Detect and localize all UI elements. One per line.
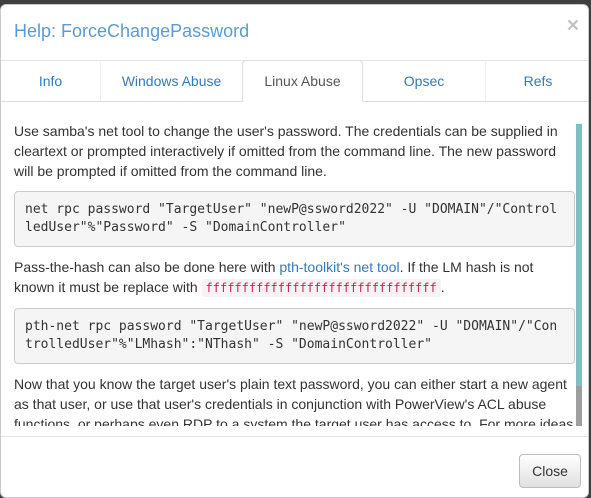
modal-header: Help: ForceChangePassword × bbox=[1, 5, 588, 61]
tab-linux-abuse[interactable]: Linux Abuse bbox=[242, 60, 363, 102]
tab-bar: Info Windows Abuse Linux Abuse Opsec Ref… bbox=[1, 60, 588, 102]
pth-toolkit-link[interactable]: pth-toolkit's net tool bbox=[279, 259, 399, 275]
next-steps-paragraph: Now that you know the target user's plai… bbox=[14, 376, 574, 426]
net-rpc-code-block: net rpc password "TargetUser" "newP@sswo… bbox=[14, 191, 575, 247]
tab-refs[interactable]: Refs bbox=[486, 60, 588, 101]
close-icon[interactable]: × bbox=[567, 15, 579, 36]
modal-footer: Close bbox=[1, 436, 588, 497]
tab-opsec[interactable]: Opsec bbox=[363, 60, 486, 101]
tab-windows-abuse[interactable]: Windows Abuse bbox=[101, 60, 243, 101]
help-modal: Help: ForceChangePassword × Info Windows… bbox=[0, 4, 589, 498]
scrollbar-thumb[interactable] bbox=[576, 124, 582, 386]
pth-net-code-block: pth-net rpc password "TargetUser" "newP@… bbox=[14, 308, 575, 364]
modal-body[interactable]: Use samba's net tool to change the user'… bbox=[1, 102, 588, 426]
pth-paragraph: Pass-the-hash can also be done here with… bbox=[14, 257, 575, 298]
linux-abuse-content: Use samba's net tool to change the user'… bbox=[14, 121, 575, 426]
pth-text-before: Pass-the-hash can also be done here with bbox=[14, 259, 280, 275]
modal-title: Help: ForceChangePassword bbox=[14, 21, 250, 41]
close-button[interactable]: Close bbox=[519, 454, 581, 488]
pth-text-end: . bbox=[440, 279, 445, 295]
scrollbar[interactable] bbox=[576, 124, 582, 426]
intro-paragraph: Use samba's net tool to change the user'… bbox=[14, 123, 558, 179]
tab-info[interactable]: Info bbox=[1, 60, 101, 101]
lm-hash-inline-code: ffffffffffffffffffffffffffffffff bbox=[201, 279, 441, 297]
